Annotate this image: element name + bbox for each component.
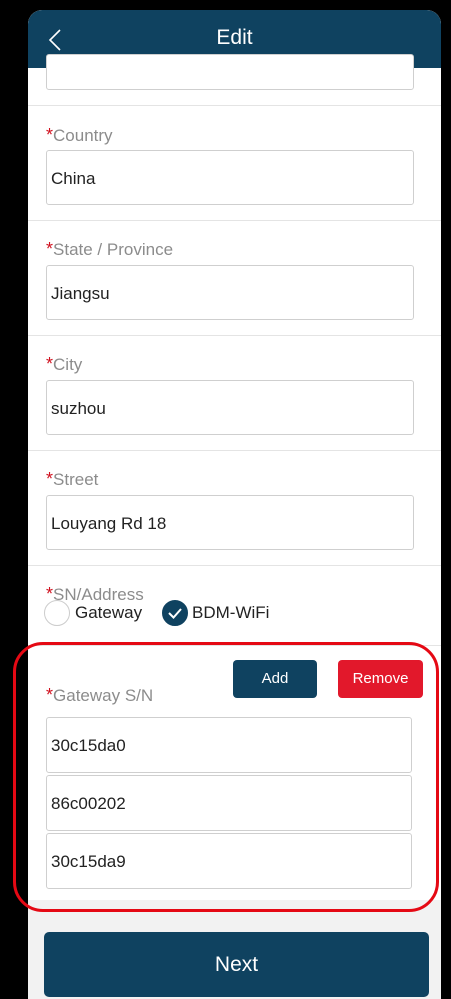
city-input[interactable]: suzhou	[46, 380, 414, 435]
sn-address-options: Gateway BDM-WiFi	[44, 598, 344, 630]
state-input[interactable]: Jiangsu	[46, 265, 414, 320]
divider	[28, 450, 441, 451]
country-label: *Country	[46, 125, 113, 145]
required-mark: *	[46, 354, 54, 374]
next-button[interactable]: Next	[44, 932, 429, 997]
radio-gateway-label[interactable]: Gateway	[75, 603, 142, 623]
checkmark-icon	[168, 608, 182, 619]
required-mark: *	[46, 239, 54, 259]
state-label: *State / Province	[46, 239, 174, 259]
radio-bdm-wifi[interactable]	[162, 600, 188, 626]
required-mark: *	[46, 469, 54, 489]
city-label: *City	[46, 354, 83, 374]
street-label: *Street	[46, 469, 99, 489]
country-input[interactable]: China	[46, 150, 414, 205]
divider	[28, 565, 441, 566]
required-mark: *	[46, 125, 54, 145]
radio-gateway[interactable]	[44, 600, 70, 626]
annotation-highlight	[13, 642, 439, 912]
page-title: Edit	[216, 26, 253, 49]
divider	[28, 335, 441, 336]
divider	[28, 220, 441, 221]
previous-field-partial[interactable]	[46, 54, 414, 90]
radio-bdm-wifi-label[interactable]: BDM-WiFi	[192, 603, 269, 623]
divider	[28, 105, 441, 106]
street-input[interactable]: Louyang Rd 18	[46, 495, 414, 550]
